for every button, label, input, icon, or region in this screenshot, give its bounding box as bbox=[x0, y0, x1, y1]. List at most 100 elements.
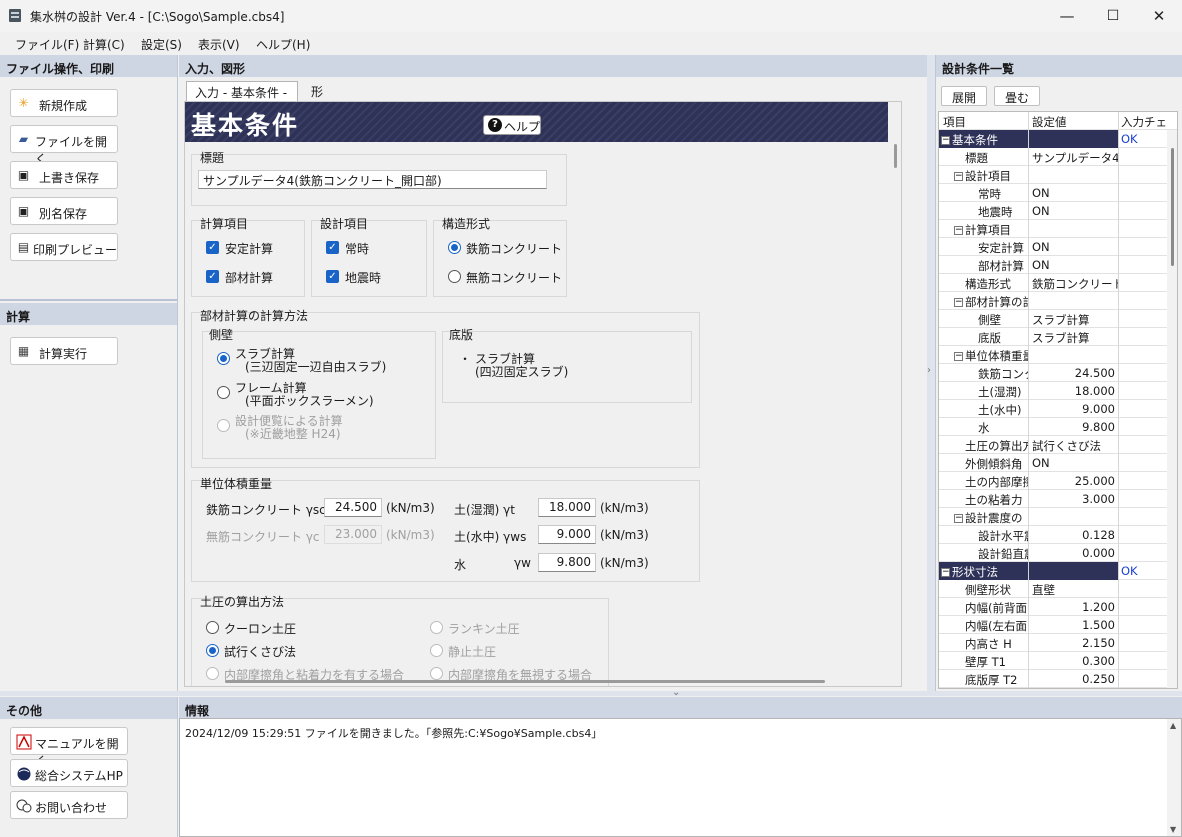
tree-toggle-icon[interactable]: − bbox=[954, 352, 963, 361]
grid-row[interactable]: 外側傾斜角 ON bbox=[939, 454, 1177, 472]
horizontal-splitter[interactable]: ⌄ bbox=[0, 687, 1182, 698]
grid-row[interactable]: 安定計算 ON bbox=[939, 238, 1177, 256]
slab-calc-radio[interactable] bbox=[217, 352, 230, 365]
vertical-splitter[interactable]: › bbox=[927, 55, 935, 691]
grid-row[interactable]: − 形状寸法 OK bbox=[939, 562, 1177, 580]
menu-view[interactable]: 表示(V) bbox=[198, 36, 240, 53]
bottom-area: ⌄ その他 マニュアルを開く 総合システムHP お問い合わせ 情報 2024/1… bbox=[0, 687, 1182, 837]
scroll-up-icon[interactable]: ▲ bbox=[1170, 721, 1176, 730]
frame-calc-radio[interactable] bbox=[217, 386, 230, 399]
menu-help[interactable]: ヘルプ(H) bbox=[256, 36, 310, 53]
vertical-scroll-thumb[interactable] bbox=[894, 144, 897, 168]
grid-row[interactable]: − 基本条件 OK bbox=[939, 130, 1177, 148]
wet-soil-input[interactable]: 18.000 bbox=[538, 498, 596, 517]
grid-row-value bbox=[1029, 508, 1119, 526]
grid-row-check: OK bbox=[1121, 132, 1138, 146]
open-manual-button[interactable]: マニュアルを開く bbox=[10, 727, 128, 768]
nc-weight-input[interactable]: 23.000 bbox=[324, 525, 382, 544]
earthquake-checkbox[interactable]: ✓ bbox=[326, 270, 339, 283]
sparkle-icon: ✳ bbox=[18, 96, 29, 110]
tree-toggle-icon[interactable]: − bbox=[954, 172, 963, 181]
tab-basic-conditions[interactable]: 入力 - 基本条件 - bbox=[186, 81, 298, 101]
grid-row[interactable]: 部材計算 ON bbox=[939, 256, 1177, 274]
menu-file[interactable]: ファイル(F) bbox=[15, 36, 79, 53]
stability-calc-checkbox[interactable]: ✓ bbox=[206, 241, 219, 254]
grid-row[interactable]: 土の内部摩擦角25.000 bbox=[939, 472, 1177, 490]
close-button[interactable]: ✕ bbox=[1136, 0, 1182, 32]
grid-row[interactable]: 底版 スラブ計算 bbox=[939, 328, 1177, 346]
tree-toggle-icon[interactable]: − bbox=[941, 136, 950, 145]
rc-weight-input[interactable]: 24.500 bbox=[324, 498, 382, 517]
grid-scroll-thumb[interactable] bbox=[1171, 148, 1174, 266]
grid-row[interactable]: − 計算項目 bbox=[939, 220, 1177, 238]
homepage-button[interactable]: 総合システムHP bbox=[10, 759, 128, 787]
grid-vertical-scrollbar[interactable] bbox=[1167, 130, 1177, 688]
friction-cohesion-radio[interactable] bbox=[206, 667, 219, 680]
grid-row[interactable]: 設計鉛直震度0.000 bbox=[939, 544, 1177, 562]
grid-row[interactable]: −部材計算の計算方法 bbox=[939, 292, 1177, 310]
grid-row[interactable]: 土の粘着力 3.000 bbox=[939, 490, 1177, 508]
rankine-radio[interactable] bbox=[430, 621, 443, 634]
handbook-calc-radio[interactable] bbox=[217, 419, 230, 432]
run-calc-button[interactable]: ▦ 計算実行 bbox=[10, 337, 118, 365]
print-preview-button[interactable]: ▤ 印刷プレビュー bbox=[10, 233, 118, 261]
tree-toggle-icon[interactable]: − bbox=[941, 568, 950, 577]
horizontal-scroll-thumb[interactable] bbox=[225, 680, 825, 683]
tree-toggle-icon[interactable]: − bbox=[954, 226, 963, 235]
grid-row[interactable]: 土(水中) 9.000 bbox=[939, 400, 1177, 418]
grid-row[interactable]: 土(湿潤) 18.000 bbox=[939, 382, 1177, 400]
minimize-button[interactable]: — bbox=[1044, 0, 1090, 32]
member-calc-checkbox[interactable]: ✓ bbox=[206, 270, 219, 283]
form-vertical-scrollbar[interactable] bbox=[888, 102, 901, 686]
save-button[interactable]: ▣ 上書き保存 bbox=[10, 161, 118, 189]
grid-row[interactable]: 底版厚 T2 0.250 bbox=[939, 670, 1177, 688]
bottom-slab-label: 底版 bbox=[449, 328, 474, 342]
grid-row[interactable]: 側壁形状 直壁 bbox=[939, 580, 1177, 598]
contact-button[interactable]: お問い合わせ bbox=[10, 791, 128, 819]
panel-divider[interactable] bbox=[0, 299, 178, 301]
nc-radio[interactable] bbox=[448, 270, 461, 283]
help-button[interactable]: ? ヘルプ bbox=[483, 115, 541, 135]
info-vertical-scrollbar[interactable]: ▲ ▼ bbox=[1167, 719, 1181, 836]
tree-toggle-icon[interactable]: − bbox=[954, 298, 963, 307]
tab-shape-figure[interactable]: 形状図 bbox=[303, 81, 331, 133]
grid-row[interactable]: 設計水平震度0.128 bbox=[939, 526, 1177, 544]
save-as-button[interactable]: ▣ 別名保存 bbox=[10, 197, 118, 225]
collapse-button[interactable]: 畳む bbox=[994, 86, 1040, 106]
grid-row[interactable]: 土圧の算出方法試行くさび法 bbox=[939, 436, 1177, 454]
ignore-friction-radio[interactable] bbox=[430, 667, 443, 680]
menu-settings[interactable]: 設定(S) bbox=[141, 36, 182, 53]
grid-row[interactable]: 側壁 スラブ計算 bbox=[939, 310, 1177, 328]
rc-radio[interactable] bbox=[448, 241, 461, 254]
submerged-soil-input[interactable]: 9.000 bbox=[538, 525, 596, 544]
grid-row[interactable]: 構造形式 鉄筋コンクリート bbox=[939, 274, 1177, 292]
grid-row-check bbox=[1119, 670, 1167, 688]
menu-calc[interactable]: 計算(C) bbox=[83, 36, 125, 53]
normal-time-checkbox[interactable]: ✓ bbox=[326, 241, 339, 254]
grid-row[interactable]: − 設計震度の bbox=[939, 508, 1177, 526]
grid-row[interactable]: 壁厚 T1 0.300 bbox=[939, 652, 1177, 670]
water-input[interactable]: 9.800 bbox=[538, 553, 596, 572]
trial-wedge-radio[interactable] bbox=[206, 644, 219, 657]
title-input[interactable]: サンプルデータ4(鉄筋コンクリート_開口部) bbox=[198, 170, 547, 189]
grid-row-check bbox=[1119, 382, 1167, 400]
coulomb-radio[interactable] bbox=[206, 621, 219, 634]
grid-row[interactable]: 内幅(前背面) 1.200 bbox=[939, 598, 1177, 616]
scroll-down-icon[interactable]: ▼ bbox=[1170, 825, 1176, 834]
grid-row[interactable]: 水 9.800 bbox=[939, 418, 1177, 436]
grid-row[interactable]: − 単位体積重量 bbox=[939, 346, 1177, 364]
tree-toggle-icon[interactable]: − bbox=[954, 514, 963, 523]
new-button[interactable]: ✳ 新規作成 bbox=[10, 89, 118, 117]
grid-row[interactable]: 内幅(左右面) 1.500 bbox=[939, 616, 1177, 634]
grid-row[interactable]: 内高さ H 2.150 bbox=[939, 634, 1177, 652]
at-rest-radio[interactable] bbox=[430, 644, 443, 657]
chevron-right-icon[interactable]: › bbox=[927, 365, 931, 376]
expand-button[interactable]: 展開 bbox=[941, 86, 987, 106]
maximize-button[interactable]: ☐ bbox=[1090, 0, 1136, 32]
open-file-button[interactable]: ▰ ファイルを開く bbox=[10, 125, 118, 166]
grid-row[interactable]: − 設計項目 bbox=[939, 166, 1177, 184]
grid-row[interactable]: 鉄筋コンクリート24.500 bbox=[939, 364, 1177, 382]
grid-row[interactable]: 標題 サンプルデータ4(鉄筋 bbox=[939, 148, 1177, 166]
grid-row[interactable]: 常時 ON bbox=[939, 184, 1177, 202]
grid-row[interactable]: 地震時 ON bbox=[939, 202, 1177, 220]
